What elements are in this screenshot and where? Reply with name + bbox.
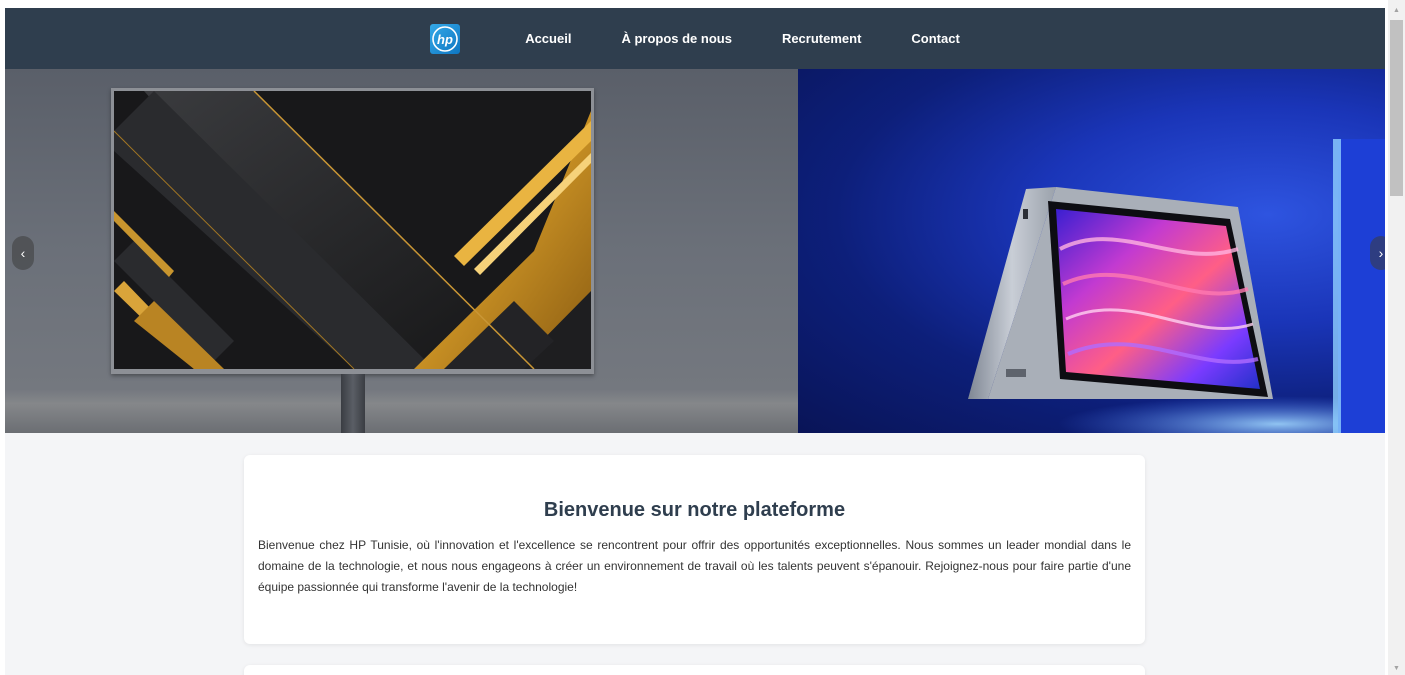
caret-up-icon: ▲: [1393, 7, 1400, 14]
chevron-right-icon: ›: [1378, 245, 1384, 261]
nav-link-contact[interactable]: Contact: [911, 31, 959, 46]
laptop-graphic: [968, 139, 1385, 433]
welcome-text: Bienvenue chez HP Tunisie, où l'innovati…: [258, 538, 1131, 594]
next-card: [244, 665, 1145, 675]
welcome-title: Bienvenue sur notre plateforme: [543, 499, 846, 521]
nav-menu: hp Accueil À propos de nous Recrutement …: [430, 23, 960, 54]
nav-link-a-propos[interactable]: À propos de nous: [621, 31, 732, 46]
chevron-left-icon: ‹: [20, 245, 26, 261]
welcome-card: Bienvenue sur notre plateforme Bienvenue…: [244, 455, 1145, 644]
scroll-down-button[interactable]: ▼: [1388, 660, 1405, 675]
page-scrollbar[interactable]: ▲ ▼: [1388, 0, 1405, 675]
browser-viewport: hp Accueil À propos de nous Recrutement …: [0, 0, 1405, 675]
caret-down-icon: ▼: [1393, 665, 1400, 672]
nav-link-recrutement[interactable]: Recrutement: [782, 31, 861, 46]
carousel-prev-button[interactable]: ‹: [12, 236, 34, 270]
hero-carousel: ‹ ›: [5, 69, 1385, 433]
scroll-up-button[interactable]: ▲: [1388, 2, 1405, 19]
top-navbar: hp Accueil À propos de nous Recrutement …: [5, 8, 1385, 69]
scrollbar-thumb[interactable]: [1390, 20, 1403, 196]
carousel-next-button[interactable]: ›: [1370, 236, 1385, 270]
page: hp Accueil À propos de nous Recrutement …: [5, 8, 1385, 675]
svg-text:hp: hp: [437, 32, 453, 47]
abstract-art-graphic: [114, 91, 591, 369]
monitor-screen: [111, 88, 594, 374]
hp-logo-icon: hp: [432, 25, 458, 52]
slide-monitor-image: [5, 69, 798, 433]
nav-link-accueil[interactable]: Accueil: [525, 31, 571, 46]
monitor-stand: [341, 374, 365, 433]
hp-logo-link[interactable]: hp: [430, 23, 461, 54]
slide-laptop-image: [798, 69, 1385, 433]
